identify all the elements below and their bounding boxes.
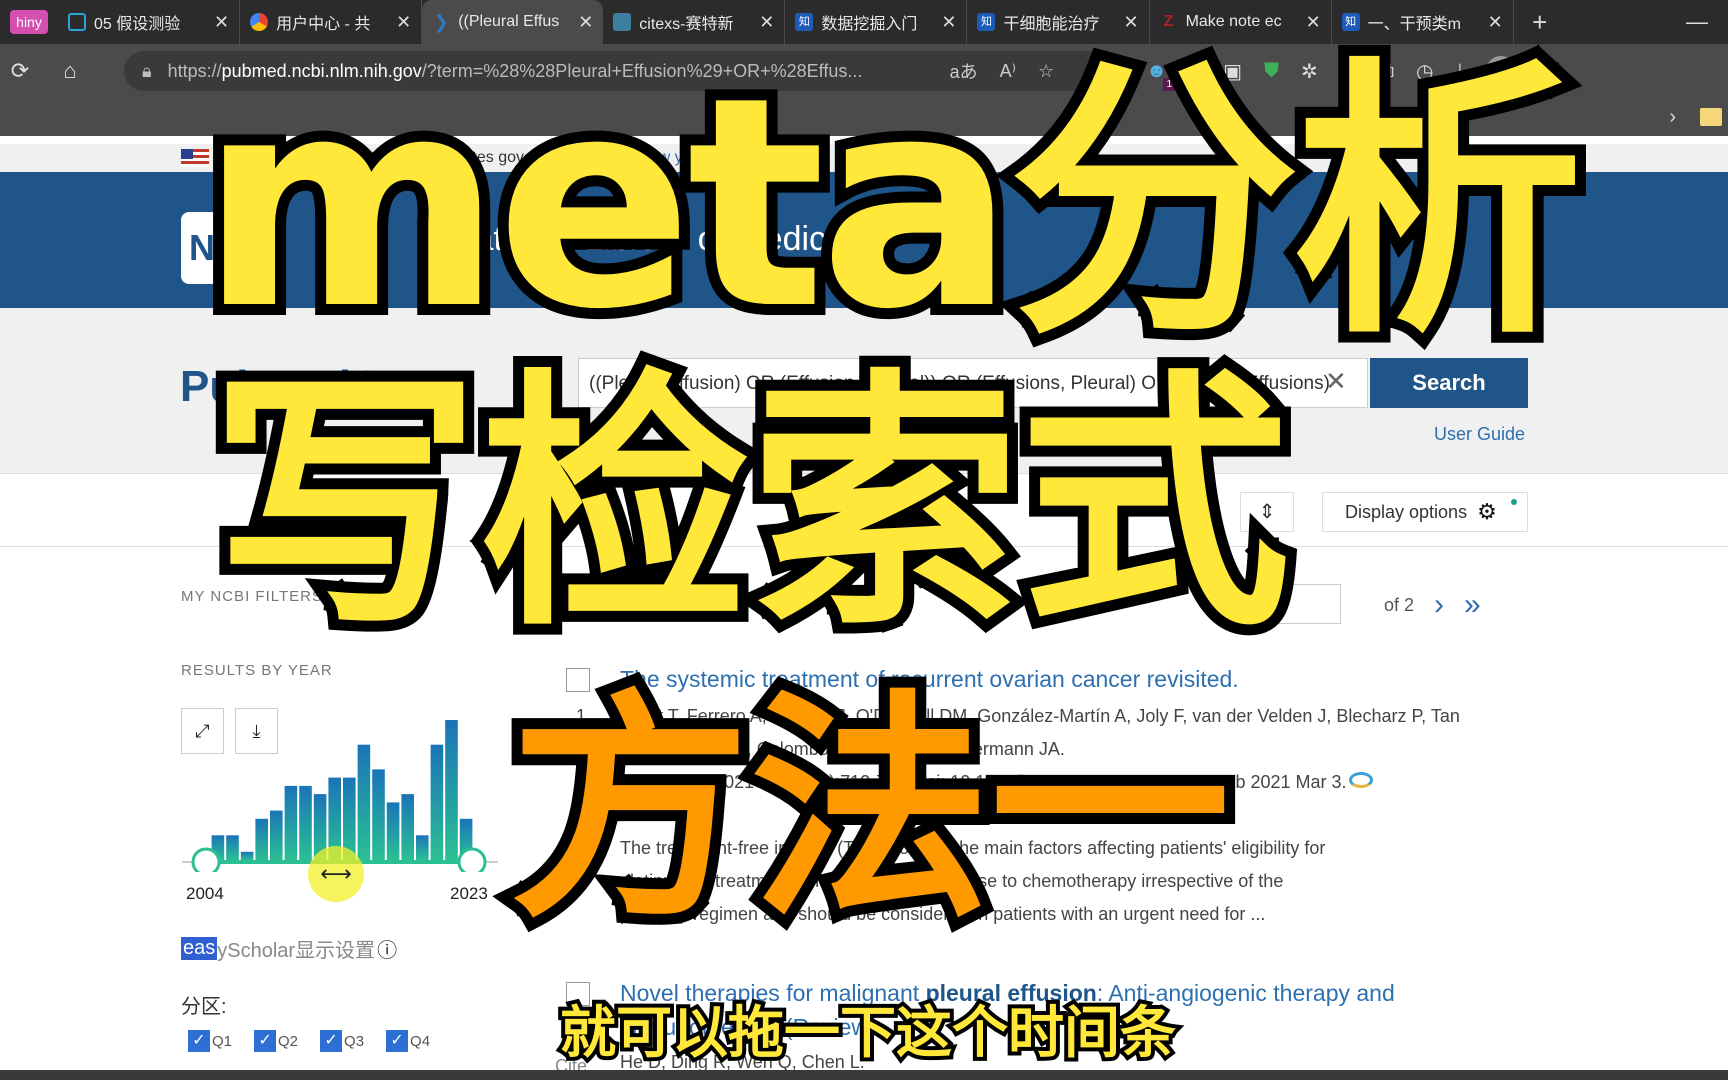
- pubmed-icon: ❯: [433, 12, 449, 32]
- minimize-button[interactable]: —: [1686, 9, 1708, 35]
- tab-label: hiny: [10, 10, 48, 34]
- tab-label: citexs-赛特新: [639, 16, 734, 33]
- overlay-title-line2: 写检索式: [199, 347, 1301, 662]
- video-subtitle: 就可以拖一下这个时间条: [556, 997, 1180, 1070]
- overlay-title-line1: meta分析: [189, 36, 1594, 373]
- checkbox-checked-icon[interactable]: ✓: [254, 1030, 277, 1052]
- quartile-filters: ✓ Q1 ✓ Q2 ✓ Q3 ✓ Q4: [188, 1030, 430, 1052]
- partition-label: 分区:: [181, 996, 227, 1018]
- tab-label: Make note ec: [1185, 13, 1282, 30]
- year-bar-2019[interactable]: [416, 835, 429, 860]
- quartile-q2[interactable]: ✓ Q2: [254, 1030, 298, 1052]
- user-guide-link[interactable]: User Guide: [1434, 424, 1525, 445]
- tab-label: 用户中心 - 共: [276, 16, 371, 33]
- pagination: of 2 › »: [1384, 588, 1481, 622]
- close-tab-icon[interactable]: ✕: [1306, 12, 1321, 33]
- bookmark-folder-icon[interactable]: [1700, 108, 1722, 126]
- zhihu-icon: 知: [977, 13, 996, 31]
- bilibili-icon: [68, 13, 86, 31]
- zhihu-icon: 知: [1341, 13, 1360, 31]
- home-icon[interactable]: ⌂: [50, 58, 90, 84]
- year-end-label: 2023: [450, 884, 488, 903]
- year-bar-2008[interactable]: [255, 818, 268, 860]
- tab-label: 一、干预类m: [1367, 16, 1461, 33]
- easyscholar-label: yScholar显示设置: [217, 940, 376, 962]
- quartile-q4[interactable]: ✓ Q4: [386, 1030, 430, 1052]
- year-bar-2009[interactable]: [270, 810, 283, 860]
- display-options-label: Display options: [1345, 501, 1468, 522]
- year-bar-2007[interactable]: [240, 851, 254, 860]
- year-bar-2017[interactable]: [386, 802, 400, 860]
- close-tab-icon[interactable]: ✕: [1488, 12, 1503, 33]
- close-tab-icon[interactable]: ✕: [941, 12, 956, 33]
- close-tab-icon[interactable]: ✕: [214, 12, 229, 33]
- lock-icon: 🔒︎: [142, 60, 152, 81]
- year-bar-2016[interactable]: [372, 769, 385, 860]
- tab-pinned[interactable]: hiny: [0, 0, 58, 44]
- quartile-q1[interactable]: ✓ Q1: [188, 1030, 232, 1052]
- next-page-button[interactable]: ›: [1434, 588, 1444, 622]
- tab-label: 05 假设测验: [94, 16, 181, 33]
- year-bar-2006[interactable]: [226, 835, 239, 860]
- close-tab-icon[interactable]: ✕: [578, 12, 593, 33]
- zotero-icon: Z: [1163, 13, 1174, 30]
- year-start-label: 2004: [186, 884, 224, 903]
- citexs-icon: [613, 13, 632, 31]
- refresh-icon[interactable]: ⟳: [0, 58, 40, 84]
- close-tab-icon[interactable]: ✕: [759, 12, 774, 33]
- tab-label: ((Pleural Effus: [458, 13, 560, 30]
- year-bar-2018[interactable]: [401, 794, 414, 860]
- checkbox-checked-icon[interactable]: ✓: [386, 1030, 409, 1052]
- close-tab-icon[interactable]: ✕: [396, 12, 411, 33]
- year-bar-2020[interactable]: [430, 744, 444, 860]
- gear-icon: ⚙: [1477, 499, 1497, 524]
- year-bar-2011[interactable]: [299, 785, 312, 860]
- tab-label: 干细胞能治疗: [1003, 16, 1100, 33]
- checkbox-checked-icon[interactable]: ✓: [320, 1030, 343, 1052]
- overlay-title-line3: 方法一: [499, 670, 1241, 950]
- page-count: of 2: [1384, 594, 1415, 615]
- taskbar-edge: [0, 1070, 1728, 1080]
- checkbox-checked-icon[interactable]: ✓: [188, 1030, 210, 1052]
- easyscholar-highlight: eas: [181, 937, 218, 960]
- year-bar-2010[interactable]: [284, 785, 298, 860]
- notification-dot: [1511, 499, 1517, 505]
- quartile-q3[interactable]: ✓ Q3: [320, 1030, 364, 1052]
- google-cloud-icon: [250, 13, 269, 31]
- screen: hiny 05 假设测验 ✕ 用户中心 - 共 ✕ ❯ ((Pleural Ef…: [0, 0, 1728, 1080]
- results-by-year-heading: RESULTS BY YEAR: [181, 662, 333, 679]
- altmetric-icon[interactable]: [1348, 772, 1373, 788]
- bookmarks-overflow-button[interactable]: ›: [1669, 106, 1676, 129]
- tab-label: 数据挖掘入门: [821, 16, 918, 33]
- easyscholar-settings[interactable]: eas yScholar显示设置 ⓘ: [181, 934, 397, 963]
- year-bar-2021[interactable]: [445, 720, 458, 860]
- range-handle-start[interactable]: [191, 847, 221, 872]
- close-tab-icon[interactable]: ✕: [1123, 12, 1138, 33]
- display-options-button[interactable]: Display options ⚙: [1322, 492, 1528, 532]
- last-page-button[interactable]: »: [1464, 588, 1481, 622]
- help-icon[interactable]: ⓘ: [377, 934, 397, 963]
- range-handle-end[interactable]: [457, 847, 487, 872]
- zhihu-icon: 知: [795, 13, 814, 31]
- drag-cursor-icon: ⟷: [308, 846, 364, 902]
- year-bar-2015[interactable]: [357, 744, 371, 860]
